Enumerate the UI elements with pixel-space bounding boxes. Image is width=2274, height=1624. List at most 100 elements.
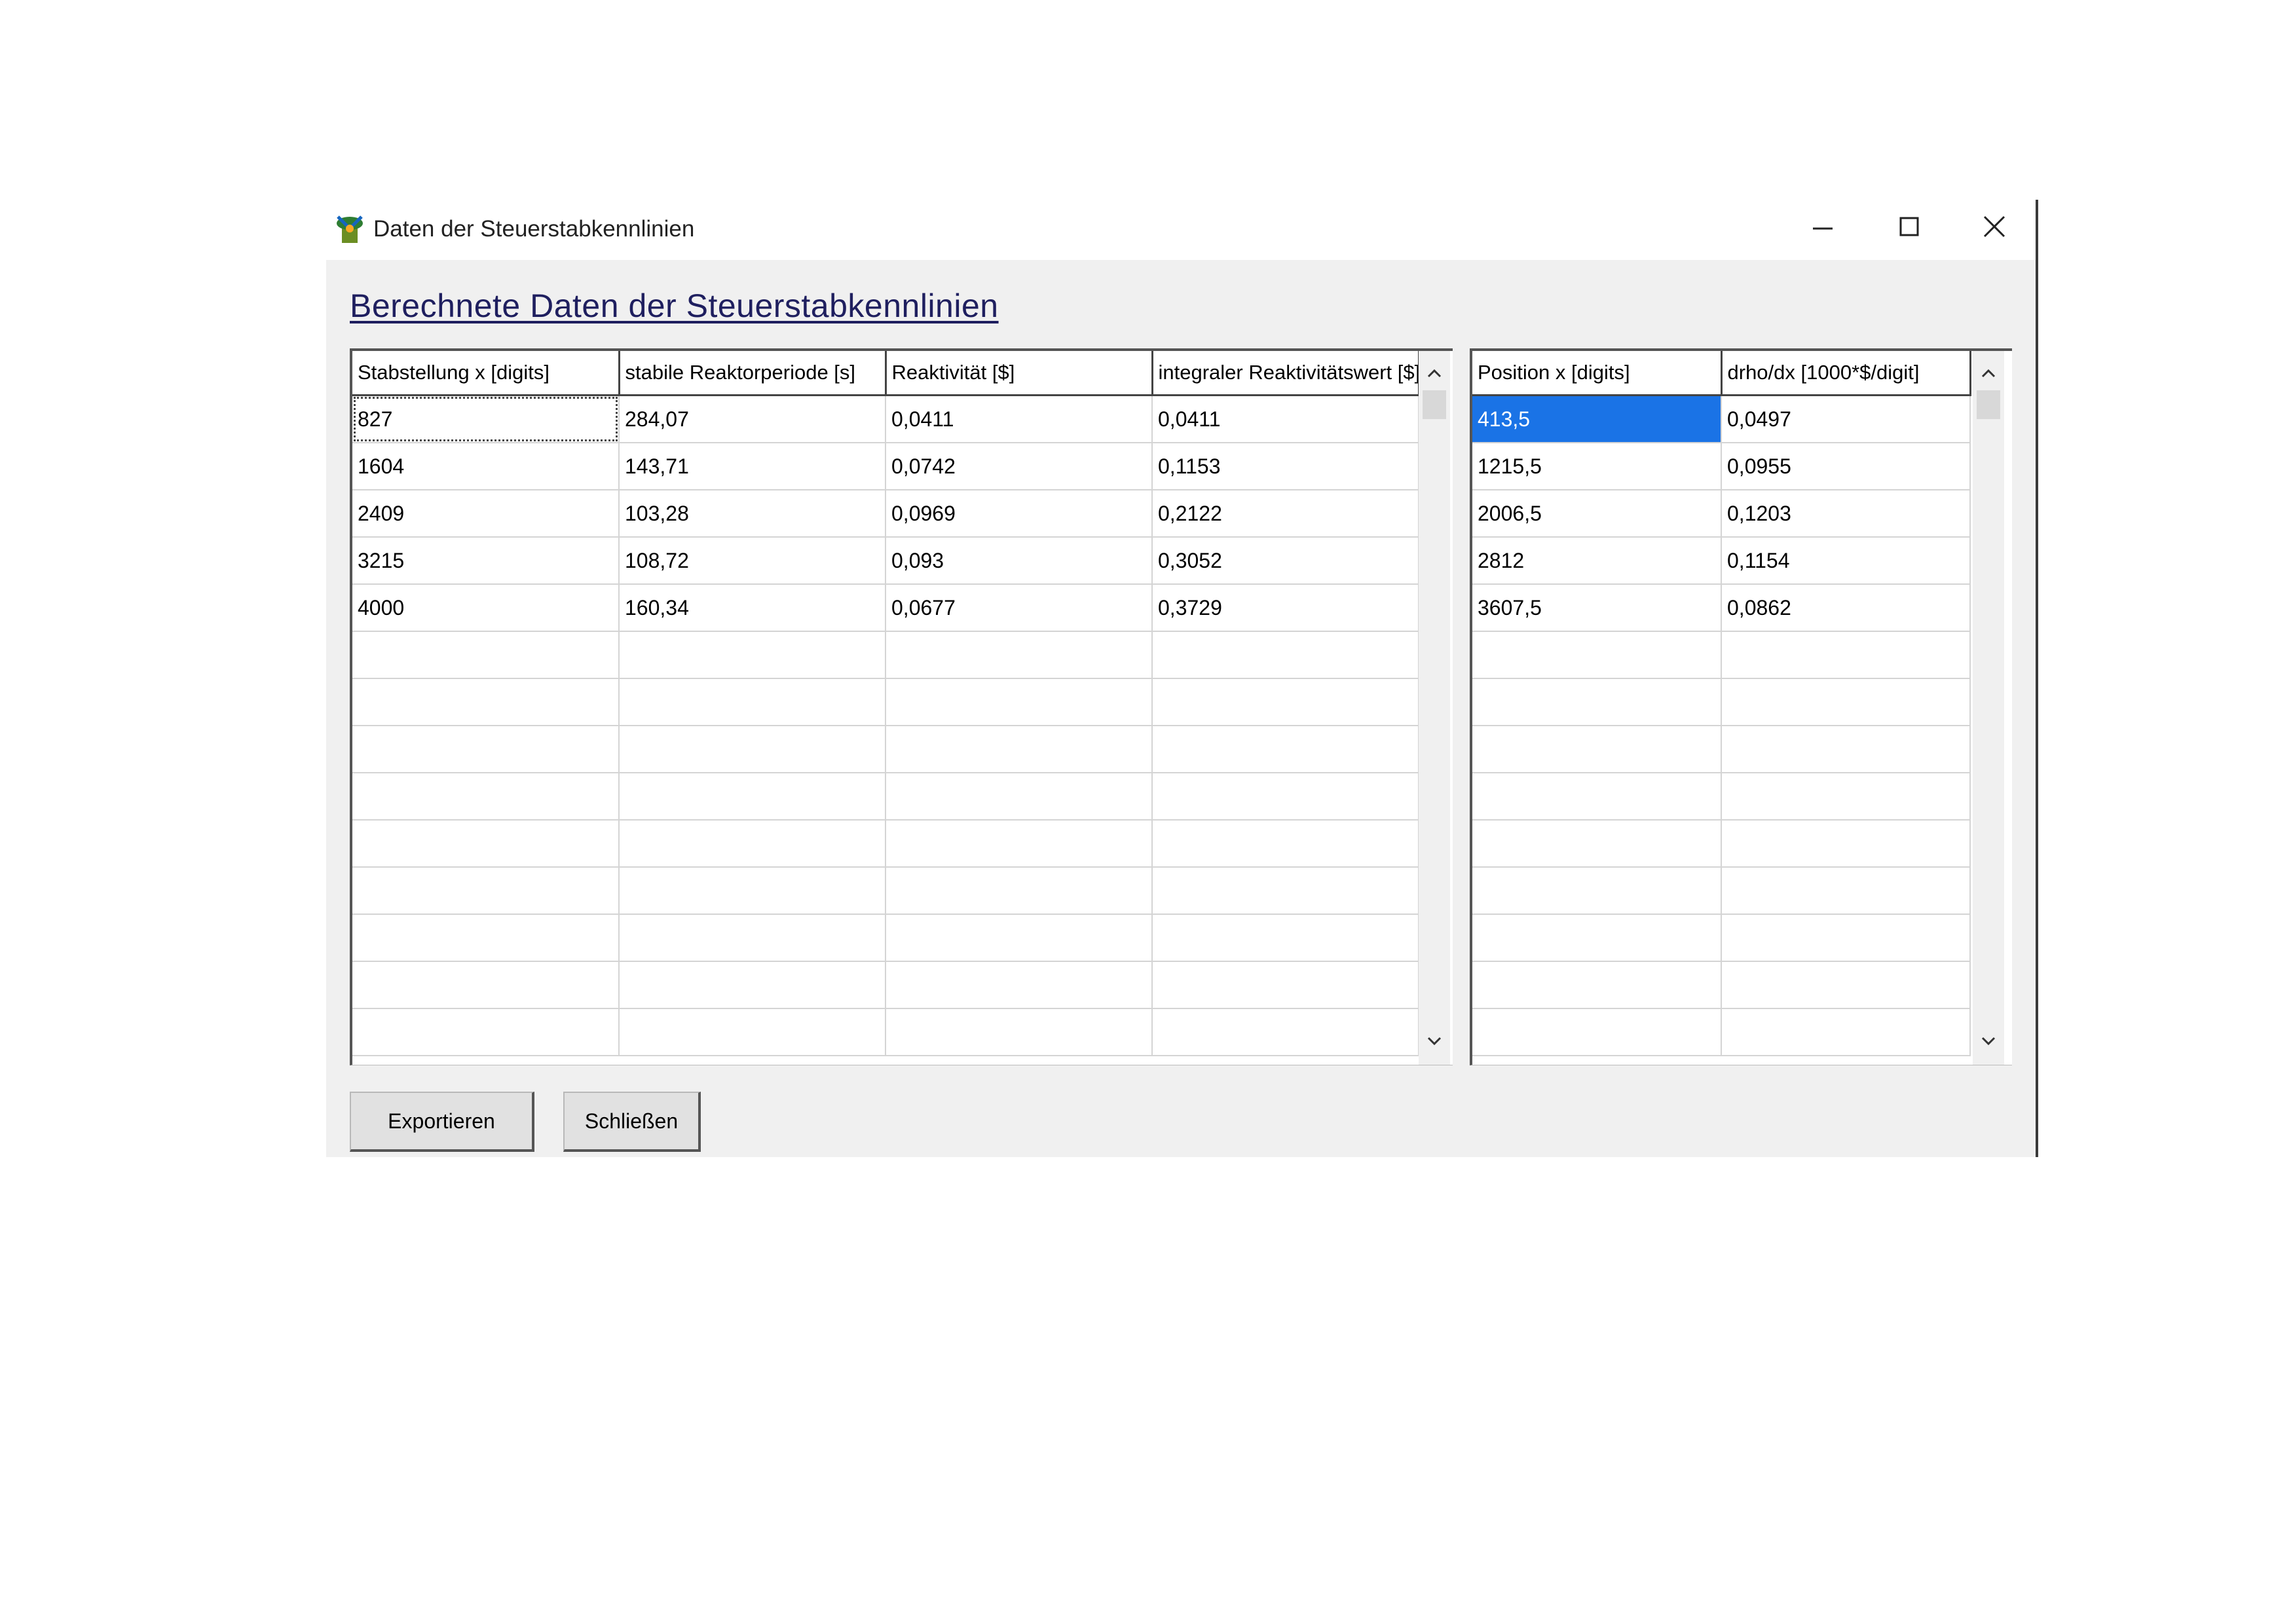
empty-cell[interactable]	[619, 867, 886, 915]
table-cell[interactable]: 0,0497	[1721, 395, 1971, 443]
table-cell[interactable]: 1604	[352, 443, 620, 490]
empty-cell[interactable]	[1721, 961, 1971, 1009]
table-cell[interactable]: 160,34	[619, 584, 886, 632]
vertical-scrollbar[interactable]	[1419, 351, 1450, 1065]
table-cell[interactable]: 3215	[352, 537, 620, 585]
table-cell[interactable]: 143,71	[619, 443, 886, 490]
empty-cell[interactable]	[1152, 961, 1419, 1009]
empty-cell[interactable]	[1472, 726, 1722, 773]
table-cell[interactable]: 103,28	[619, 490, 886, 538]
empty-cell[interactable]	[885, 961, 1153, 1009]
empty-cell[interactable]	[1152, 773, 1419, 821]
scroll-thumb[interactable]	[1977, 390, 2000, 419]
empty-cell[interactable]	[352, 914, 620, 962]
empty-cell[interactable]	[1472, 631, 1722, 679]
empty-cell[interactable]	[1472, 1008, 1722, 1056]
empty-cell[interactable]	[619, 726, 886, 773]
column-header[interactable]: Stabstellung x [digits]	[352, 351, 620, 396]
table-cell[interactable]: 0,0955	[1721, 443, 1971, 490]
table-cell[interactable]: 0,0742	[885, 443, 1153, 490]
column-header[interactable]: Reaktivität [$]	[885, 351, 1153, 396]
close-dialog-button[interactable]: Schließen	[563, 1092, 701, 1152]
table-cell[interactable]: 0,2122	[1152, 490, 1419, 538]
empty-cell[interactable]	[885, 914, 1153, 962]
table-cell[interactable]: 0,093	[885, 537, 1153, 585]
empty-cell[interactable]	[1472, 678, 1722, 726]
empty-cell[interactable]	[1721, 867, 1971, 915]
table-cell[interactable]: 0,1154	[1721, 537, 1971, 585]
minimize-button[interactable]	[1780, 200, 1865, 253]
empty-cell[interactable]	[885, 773, 1153, 821]
table-cell[interactable]: 108,72	[619, 537, 886, 585]
empty-cell[interactable]	[352, 773, 620, 821]
empty-cell[interactable]	[619, 773, 886, 821]
empty-cell[interactable]	[1152, 1008, 1419, 1056]
empty-cell[interactable]	[352, 678, 620, 726]
empty-cell[interactable]	[1152, 631, 1419, 679]
scroll-up-button[interactable]	[1419, 358, 1450, 389]
empty-cell[interactable]	[619, 914, 886, 962]
table-cell[interactable]: 0,0411	[885, 395, 1153, 443]
empty-cell[interactable]	[619, 820, 886, 868]
empty-cell[interactable]	[1721, 678, 1971, 726]
table-cell-selected[interactable]: 413,5	[1472, 395, 1722, 443]
table-cell[interactable]: 0,3052	[1152, 537, 1419, 585]
empty-cell[interactable]	[352, 961, 620, 1009]
empty-cell[interactable]	[1721, 820, 1971, 868]
empty-cell[interactable]	[1721, 1008, 1971, 1056]
table-cell[interactable]: 0,1153	[1152, 443, 1419, 490]
empty-cell[interactable]	[885, 726, 1153, 773]
title-bar[interactable]: Daten der Steuerstabkennlinien	[326, 200, 2036, 260]
empty-cell[interactable]	[885, 820, 1153, 868]
empty-cell[interactable]	[1721, 631, 1971, 679]
empty-cell[interactable]	[352, 1008, 620, 1056]
empty-cell[interactable]	[1721, 773, 1971, 821]
table-cell[interactable]: 0,0969	[885, 490, 1153, 538]
empty-cell[interactable]	[1472, 867, 1722, 915]
empty-cell[interactable]	[1472, 820, 1722, 868]
table-cell[interactable]: 3607,5	[1472, 584, 1722, 632]
empty-cell[interactable]	[1152, 726, 1419, 773]
table-cell[interactable]: 2409	[352, 490, 620, 538]
derivative-data-grid[interactable]: Position x [digits] drho/dx [1000*$/digi…	[1470, 348, 2012, 1065]
table-cell[interactable]: 1215,5	[1472, 443, 1722, 490]
table-cell[interactable]: 284,07	[619, 395, 886, 443]
empty-cell[interactable]	[1152, 914, 1419, 962]
empty-cell[interactable]	[352, 631, 620, 679]
vertical-scrollbar[interactable]	[1973, 351, 2004, 1065]
scroll-thumb[interactable]	[1423, 390, 1446, 419]
empty-cell[interactable]	[1152, 820, 1419, 868]
empty-cell[interactable]	[1472, 914, 1722, 962]
empty-cell[interactable]	[1472, 961, 1722, 1009]
scroll-down-button[interactable]	[1973, 1025, 2004, 1057]
empty-cell[interactable]	[1152, 867, 1419, 915]
table-cell[interactable]: 4000	[352, 584, 620, 632]
empty-cell[interactable]	[1152, 678, 1419, 726]
scroll-down-button[interactable]	[1419, 1025, 1450, 1057]
empty-cell[interactable]	[885, 1008, 1153, 1056]
empty-cell[interactable]	[619, 961, 886, 1009]
empty-cell[interactable]	[352, 867, 620, 915]
empty-cell[interactable]	[619, 1008, 886, 1056]
column-header[interactable]: drho/dx [1000*$/digit]	[1721, 351, 1971, 396]
export-button[interactable]: Exportieren	[350, 1092, 534, 1152]
table-cell[interactable]: 0,0862	[1721, 584, 1971, 632]
table-cell[interactable]: 0,0677	[885, 584, 1153, 632]
scroll-up-button[interactable]	[1973, 358, 2004, 389]
empty-cell[interactable]	[1721, 914, 1971, 962]
empty-cell[interactable]	[619, 631, 886, 679]
column-header[interactable]: Position x [digits]	[1472, 351, 1723, 396]
table-cell[interactable]: 2006,5	[1472, 490, 1722, 538]
empty-cell[interactable]	[885, 678, 1153, 726]
empty-cell[interactable]	[619, 678, 886, 726]
table-cell[interactable]: 0,3729	[1152, 584, 1419, 632]
empty-cell[interactable]	[885, 631, 1153, 679]
empty-cell[interactable]	[352, 726, 620, 773]
table-cell[interactable]: 827	[352, 395, 620, 443]
table-cell[interactable]: 0,0411	[1152, 395, 1419, 443]
table-cell[interactable]: 2812	[1472, 537, 1722, 585]
close-button[interactable]	[1952, 200, 2037, 253]
maximize-button[interactable]	[1867, 200, 1952, 253]
empty-cell[interactable]	[1721, 726, 1971, 773]
column-header[interactable]: integraler Reaktivitätswert [$]	[1152, 351, 1420, 396]
